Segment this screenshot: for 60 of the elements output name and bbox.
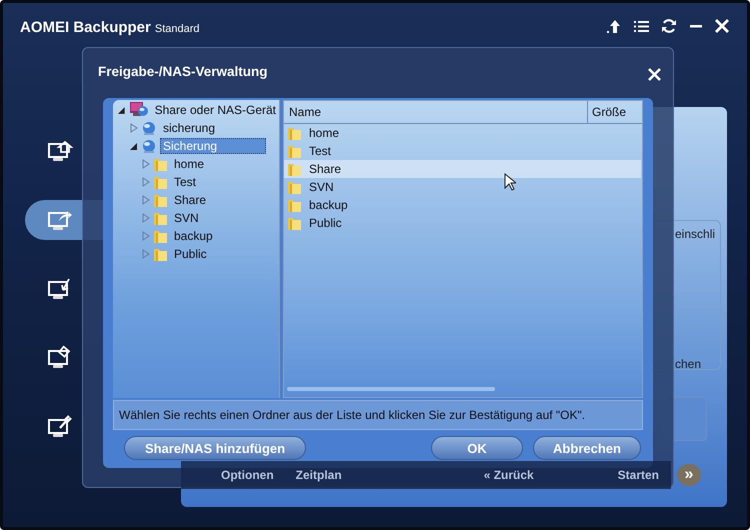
tree-item[interactable]: backup (171, 228, 216, 244)
folder-name: SVN (309, 180, 334, 194)
folder-icon (287, 126, 302, 140)
monitor-wrench-icon (47, 414, 75, 440)
schedule-link[interactable]: Zeitplan (296, 468, 342, 482)
folder-icon (153, 192, 168, 208)
next-button[interactable]: » (677, 464, 701, 486)
folder-name: Share (309, 162, 342, 176)
edition-label: Standard (154, 23, 200, 35)
tree-item[interactable]: Share oder NAS-Gerät (152, 102, 279, 118)
expanded-triangle-icon[interactable] (129, 142, 138, 150)
hint-message: Wählen Sie rechts einen Ordner aus der Liste und klicken Sie zur Bestätigung auf "OK". (113, 400, 643, 430)
close-icon[interactable] (715, 19, 729, 33)
folder-row[interactable]: Test (284, 142, 641, 160)
tree-item[interactable]: SVN (171, 210, 202, 226)
options-link[interactable]: Optionen (221, 468, 274, 482)
folder-icon (287, 180, 302, 194)
folder-icon (287, 216, 302, 230)
tree-item[interactable]: Test (171, 174, 200, 190)
folder-icon (153, 174, 168, 190)
back-button[interactable]: « Zurück (484, 468, 534, 482)
folder-row[interactable]: backup (284, 196, 641, 214)
collapsed-triangle-icon[interactable] (129, 123, 138, 133)
folder-name: Test (309, 144, 332, 158)
close-button[interactable] (648, 68, 661, 81)
folder-name: Public (309, 216, 342, 230)
folder-row[interactable]: Share (284, 160, 641, 178)
tree-item[interactable]: Share (171, 192, 210, 208)
folder-icon (287, 144, 302, 158)
partial-label: chen (675, 357, 702, 371)
folder-icon (153, 246, 168, 262)
column-header[interactable]: Name (284, 105, 587, 119)
menu-icon[interactable] (634, 20, 649, 32)
folder-icon (153, 156, 168, 172)
folder-icon (287, 198, 302, 212)
upgrade-icon[interactable] (606, 18, 622, 34)
start-button[interactable]: Starten (618, 468, 659, 482)
mouse-cursor-icon (504, 173, 516, 191)
network-computer-icon (128, 102, 149, 118)
globe-icon (141, 120, 157, 136)
app-title: AOMEI Backupper (20, 19, 151, 36)
tree-item[interactable]: Public (171, 246, 210, 262)
tree-item[interactable]: sicherung (160, 120, 218, 136)
folder-name: home (309, 126, 340, 140)
folder-row[interactable]: Public (284, 214, 641, 232)
folder-icon (153, 210, 168, 226)
folder-row[interactable]: home (284, 124, 641, 142)
folder-icon (153, 228, 168, 244)
folder-row[interactable]: SVN (284, 178, 641, 196)
folder-icon (287, 162, 302, 176)
expanded-triangle-icon[interactable] (117, 106, 126, 114)
scrollbar[interactable] (287, 387, 495, 391)
tree-item[interactable]: home (171, 156, 208, 172)
dialog-title: Freigabe-/NAS-Verwaltung (98, 64, 268, 79)
folder-name: backup (309, 198, 348, 212)
partial-label: einschli (675, 227, 716, 241)
monitor-home-icon (47, 138, 75, 164)
refresh-icon[interactable] (661, 18, 677, 34)
column-header[interactable]: Größe (587, 101, 642, 123)
globe-icon (141, 138, 157, 154)
